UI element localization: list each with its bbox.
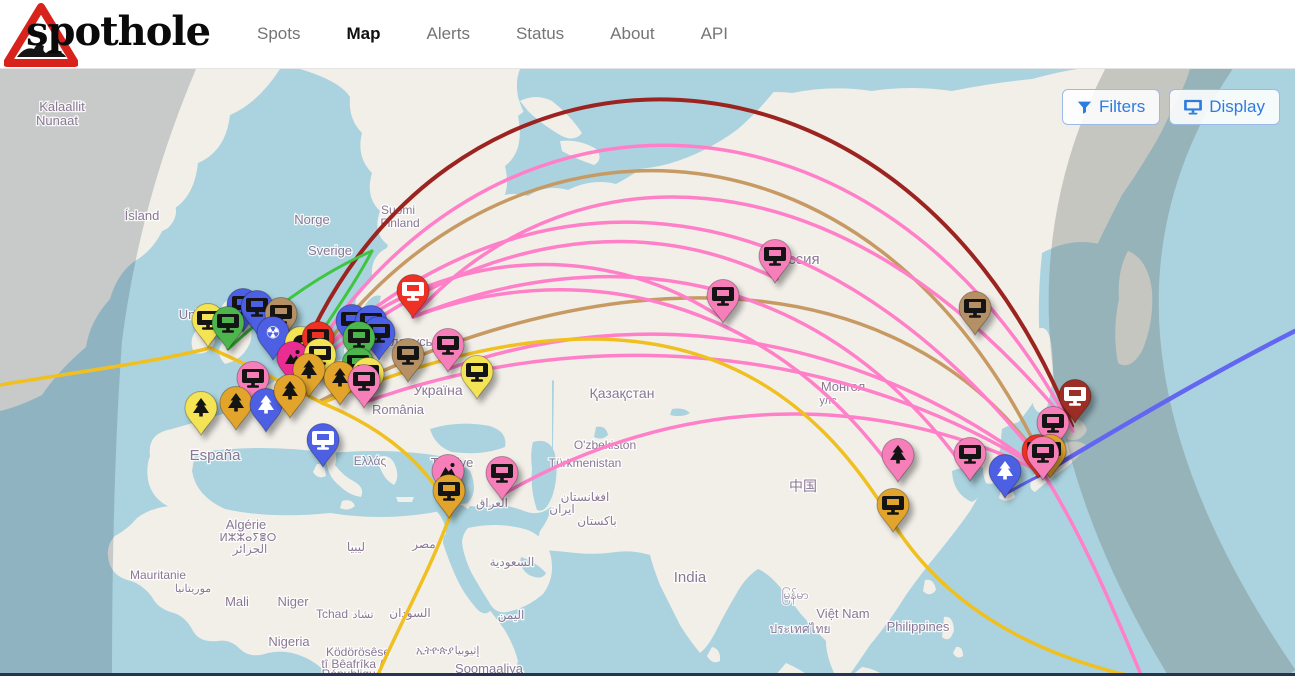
nav-item-about[interactable]: About bbox=[610, 24, 654, 44]
country-label: مصر bbox=[411, 537, 435, 551]
country-label: Ísland bbox=[125, 208, 160, 223]
country-label: ليبيا bbox=[347, 540, 365, 554]
map-canvas[interactable]: KalaallitNunaatÍslandNorgeSuomiFinlandSv… bbox=[0, 69, 1295, 676]
map-pin-monitor[interactable] bbox=[433, 475, 465, 519]
country-label: Қазақстан bbox=[590, 385, 655, 401]
country-label: افغانستان bbox=[561, 490, 610, 504]
display-button[interactable]: Display bbox=[1169, 89, 1280, 125]
country-label: Việt Nam bbox=[816, 606, 869, 621]
country-label: Philippines bbox=[887, 619, 950, 634]
country-label: موريتانيا bbox=[175, 583, 211, 595]
country-label: Türkmenistan bbox=[549, 456, 622, 470]
nav-item-status[interactable]: Status bbox=[516, 24, 564, 44]
country-label: 中国 bbox=[789, 478, 817, 494]
country-label: Algérie bbox=[226, 517, 266, 532]
country-label: România bbox=[372, 402, 425, 417]
nav-item-spots[interactable]: Spots bbox=[257, 24, 300, 44]
country-label: ايران bbox=[549, 502, 574, 516]
app-window: spothole Spots Map Alerts Status About API Ka… bbox=[0, 0, 1295, 676]
display-monitor-icon bbox=[1184, 99, 1202, 115]
nav-item-alerts[interactable]: Alerts bbox=[426, 24, 469, 44]
filters-button[interactable]: Filters bbox=[1062, 89, 1160, 125]
country-label: الجزائر bbox=[232, 542, 268, 556]
country-label: Niger bbox=[277, 594, 309, 609]
country-label: إثيوبيا bbox=[455, 645, 480, 657]
country-label: ประเทศไทย bbox=[769, 622, 830, 636]
display-button-label: Display bbox=[1209, 97, 1265, 117]
country-label: Nunaat bbox=[36, 113, 78, 128]
country-label: Tchad bbox=[316, 607, 348, 621]
country-label: Nigeria bbox=[268, 634, 310, 649]
country-label: España bbox=[190, 447, 242, 464]
country-label: Sverige bbox=[308, 243, 352, 258]
country-label: Kalaallit bbox=[39, 99, 85, 114]
app-header: spothole Spots Map Alerts Status About API bbox=[0, 0, 1295, 69]
map-toolbar: Filters Display bbox=[1062, 89, 1280, 125]
logo-text: spothole bbox=[26, 8, 210, 55]
nav-item-map[interactable]: Map bbox=[346, 24, 380, 44]
country-label: India bbox=[674, 569, 707, 586]
country-label: ኢትዮጵያ bbox=[416, 645, 454, 657]
country-label: Norge bbox=[294, 212, 329, 227]
country-label: Mali bbox=[225, 594, 249, 609]
filters-button-label: Filters bbox=[1099, 97, 1145, 117]
country-label: السعودية bbox=[490, 555, 535, 569]
logo[interactable]: spothole bbox=[0, 0, 215, 68]
filter-funnel-icon bbox=[1077, 100, 1092, 115]
country-label: Ελλάς bbox=[354, 454, 387, 468]
country-label: باكستان bbox=[577, 514, 617, 528]
radioactive-icon: ☢ bbox=[265, 324, 280, 343]
country-label: Mauritanie bbox=[130, 568, 186, 582]
country-label: اليمن bbox=[498, 608, 525, 622]
map-pin-tree[interactable] bbox=[989, 455, 1021, 499]
nav-item-api[interactable]: API bbox=[701, 24, 728, 44]
main-nav: Spots Map Alerts Status About API bbox=[257, 24, 728, 44]
country-label: تشاد bbox=[352, 609, 373, 621]
world-map: KalaallitNunaatÍslandNorgeSuomiFinlandSv… bbox=[0, 69, 1295, 676]
svg-text:☢: ☢ bbox=[265, 324, 280, 343]
